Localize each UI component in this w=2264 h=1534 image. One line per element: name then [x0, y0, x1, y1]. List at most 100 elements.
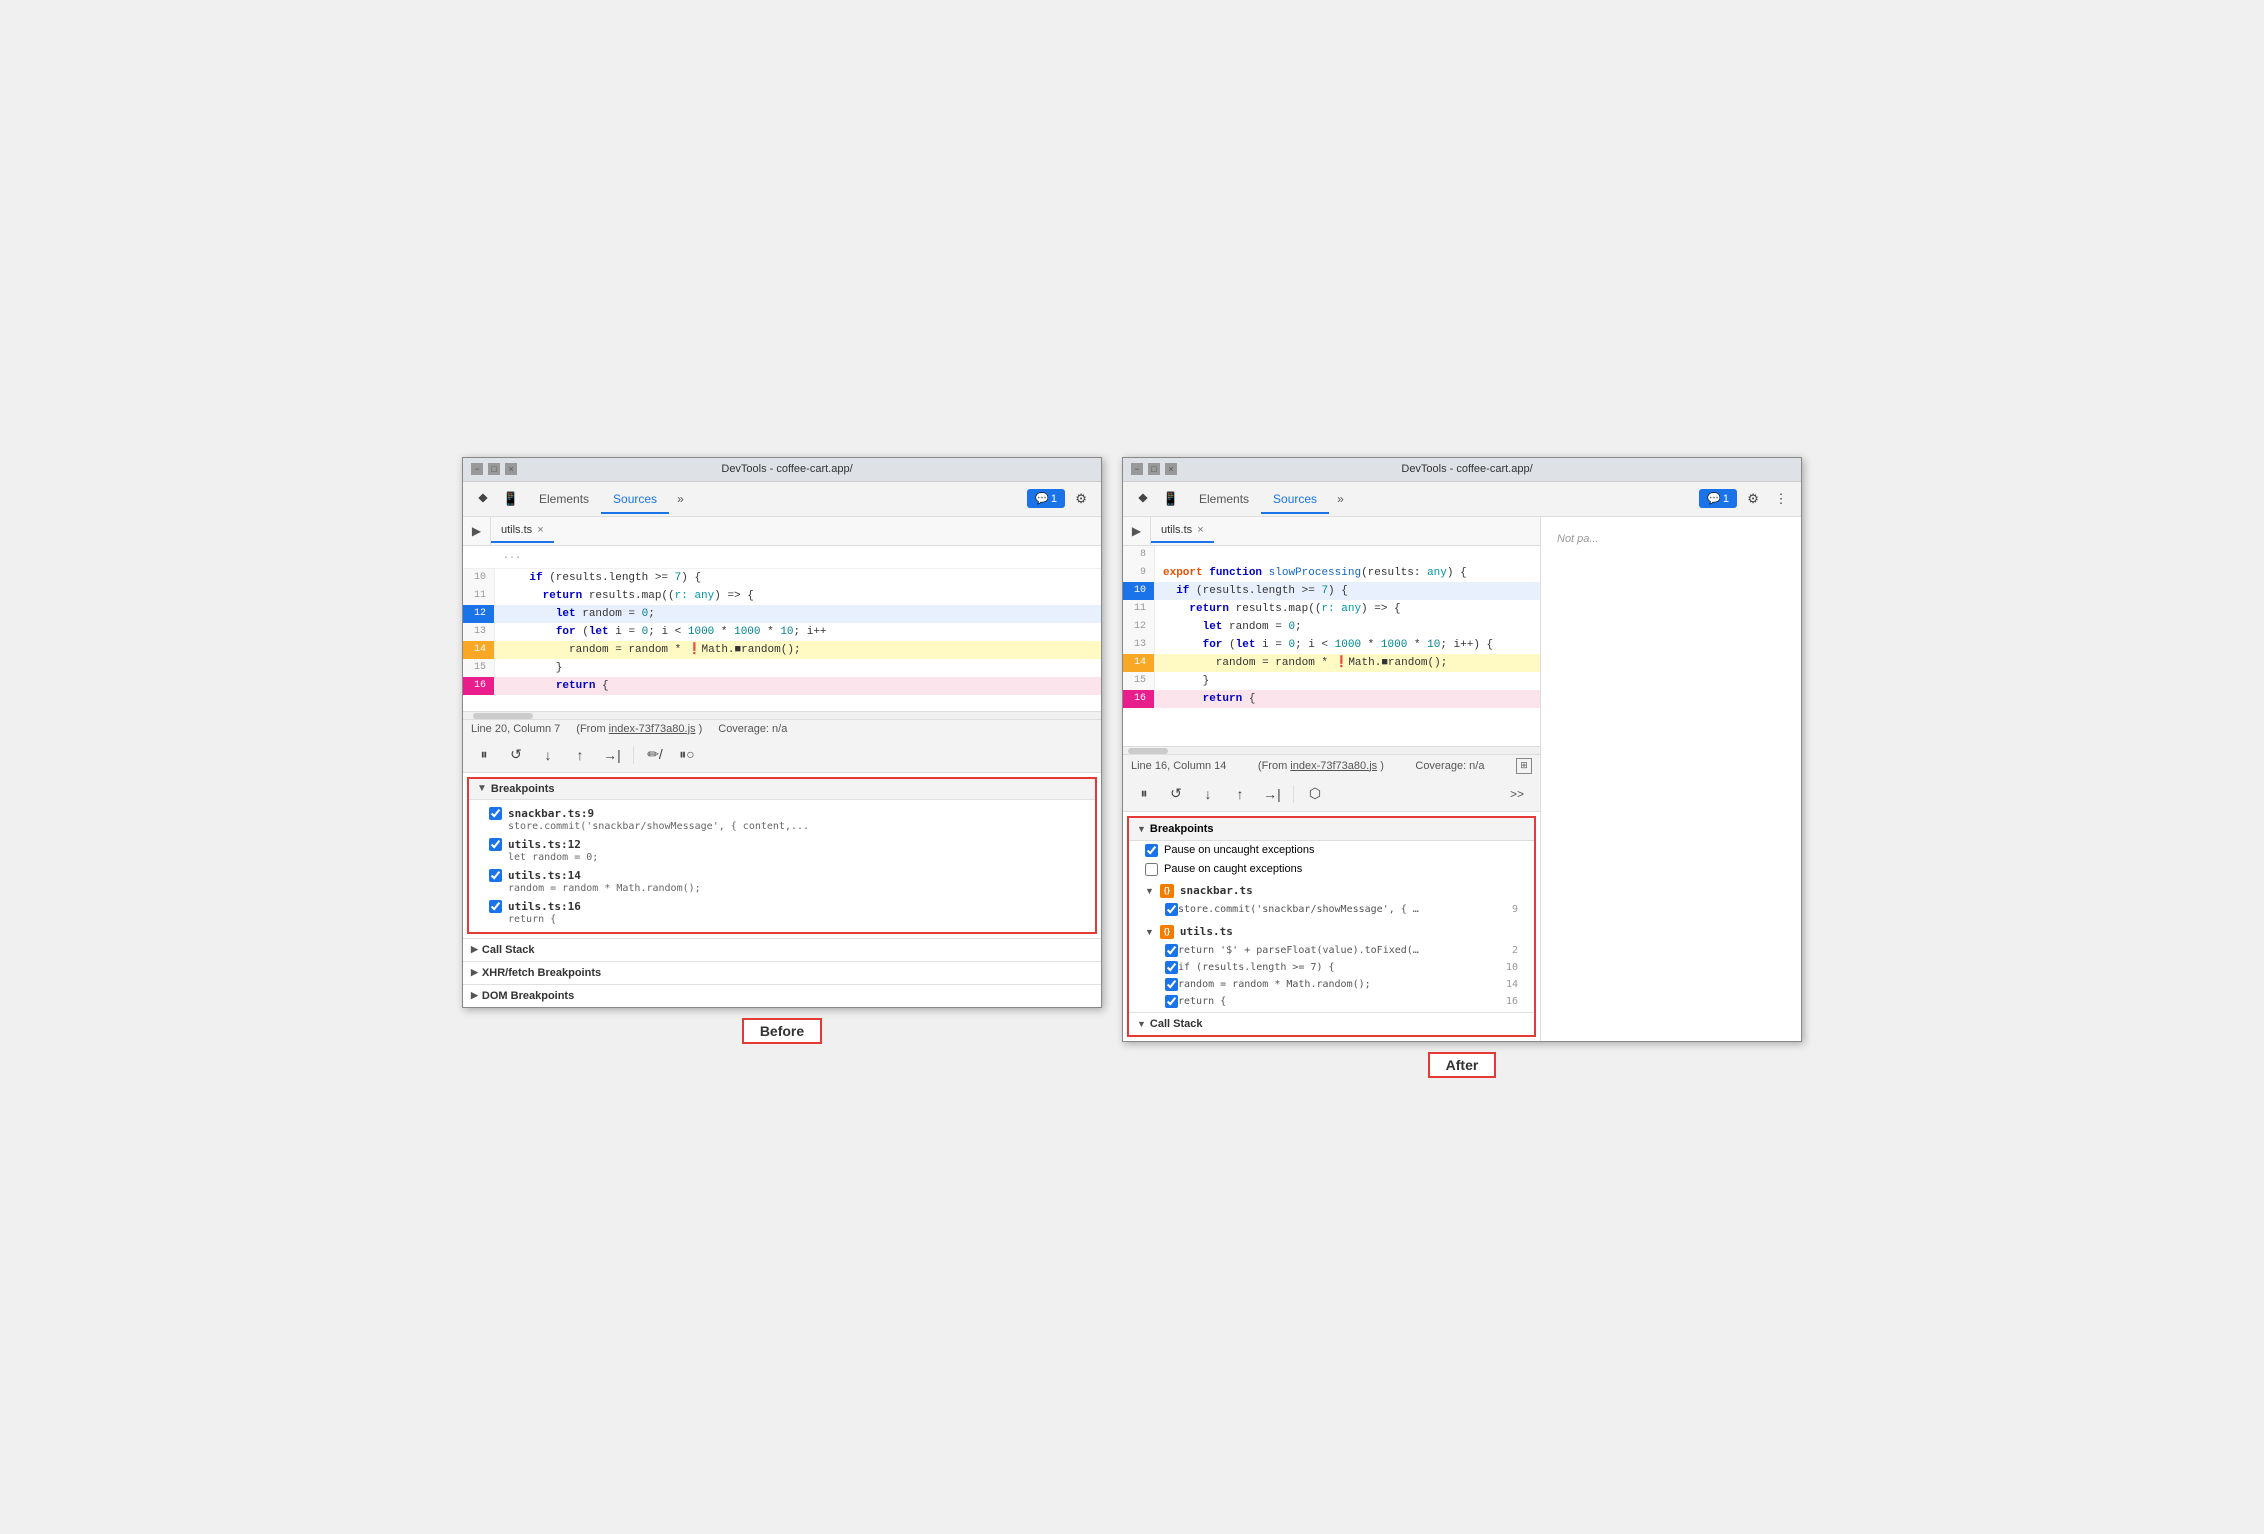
- after-not-paused: Not pa...: [1541, 517, 1801, 561]
- before-dom-section[interactable]: ▶ DOM Breakpoints: [463, 984, 1101, 1007]
- before-bp-checkbox-3[interactable]: [489, 900, 502, 913]
- after-utils-file-header[interactable]: ▼ {} utils.ts: [1129, 922, 1534, 942]
- before-pause-btn[interactable]: ⏸: [471, 742, 497, 768]
- after-window-controls: − □ ×: [1131, 463, 1177, 475]
- after-utils-bp-2-line: 14: [1506, 979, 1518, 990]
- after-minimize-btn[interactable]: −: [1131, 463, 1143, 475]
- after-code-line-11: 11 return results.map((r: any) => {: [1123, 600, 1540, 618]
- before-bp-checkbox-0[interactable]: [489, 807, 502, 820]
- after-panel-toggle[interactable]: ▶: [1123, 517, 1151, 545]
- before-step-into-btn[interactable]: ↓: [535, 742, 561, 768]
- after-file-tab-close[interactable]: ×: [1197, 524, 1203, 536]
- after-utils-bp-1-line: 10: [1506, 962, 1518, 973]
- before-bp-code-1: let random = 0;: [489, 851, 1087, 863]
- before-panel-toggle[interactable]: ▶: [463, 517, 491, 545]
- after-tab-more[interactable]: »: [1329, 486, 1352, 512]
- before-breakpoints-section: ▼ Breakpoints snackbar.ts:9 store.commit…: [467, 777, 1097, 934]
- after-close-btn[interactable]: ×: [1165, 463, 1177, 475]
- before-cursor-icon[interactable]: ⯁: [471, 487, 495, 511]
- after-utils-bp-2-checkbox[interactable]: [1165, 978, 1178, 991]
- after-snackbar-bp-0-checkbox[interactable]: [1165, 903, 1178, 916]
- before-file-tab-close[interactable]: ×: [537, 524, 543, 536]
- before-call-stack-section[interactable]: ▶ Call Stack: [463, 938, 1101, 961]
- after-step-over-btn[interactable]: ↺: [1163, 781, 1189, 807]
- after-utils-bp-3-checkbox[interactable]: [1165, 995, 1178, 1008]
- after-utils-bp-1-code: if (results.length >= 7) {: [1178, 962, 1498, 973]
- before-step-out-btn[interactable]: ↑: [567, 742, 593, 768]
- after-pause-uncaught-checkbox[interactable]: [1145, 844, 1158, 857]
- before-mobile-icon[interactable]: 📱: [499, 487, 523, 511]
- before-status-bar: Line 20, Column 7 (From index-73f73a80.j…: [463, 719, 1101, 738]
- before-scroll-bar[interactable]: [463, 711, 1101, 719]
- before-bp-item-1-header: utils.ts:12: [489, 838, 1087, 851]
- after-tab-sources[interactable]: Sources: [1261, 486, 1329, 514]
- after-breakpoints-header[interactable]: ▼ Breakpoints: [1129, 818, 1534, 841]
- before-code-area: ... 10 if (results.length >= 7) { 11 ret…: [463, 546, 1101, 711]
- before-coverage: Coverage: n/a: [718, 723, 787, 735]
- after-code-panel: ▶ utils.ts × 8 9: [1123, 517, 1541, 1041]
- after-maximize-btn[interactable]: □: [1148, 463, 1160, 475]
- after-pause-btn[interactable]: ⏸: [1131, 781, 1157, 807]
- after-step-btn[interactable]: →|: [1259, 781, 1285, 807]
- before-maximize-btn[interactable]: □: [488, 463, 500, 475]
- before-xhr-section[interactable]: ▶ XHR/fetch Breakpoints: [463, 961, 1101, 984]
- before-minimize-btn[interactable]: −: [471, 463, 483, 475]
- after-code-line-13: 13 for (let i = 0; i < 1000 * 1000 * 10;…: [1123, 636, 1540, 654]
- before-file-tab-name: utils.ts: [501, 524, 532, 536]
- after-three-dots-icon[interactable]: ⋮: [1769, 487, 1793, 511]
- after-code-line-12: 12 let random = 0;: [1123, 618, 1540, 636]
- before-bp-item-1: utils.ts:12 let random = 0;: [469, 835, 1095, 866]
- before-file-tab-utils[interactable]: utils.ts ×: [491, 519, 554, 543]
- after-step-into-btn[interactable]: ↓: [1195, 781, 1221, 807]
- before-close-btn[interactable]: ×: [505, 463, 517, 475]
- after-pause-uncaught-item: Pause on uncaught exceptions: [1129, 841, 1534, 860]
- after-utils-bp-1-checkbox[interactable]: [1165, 961, 1178, 974]
- before-settings-icon[interactable]: ⚙: [1069, 487, 1093, 511]
- after-breakpoints-arrow: ▼: [1137, 824, 1146, 834]
- after-call-stack-label: Call Stack: [1150, 1018, 1203, 1030]
- before-deactivate-btn[interactable]: ✏/: [642, 742, 668, 768]
- after-call-stack-section[interactable]: ▼ Call Stack: [1129, 1012, 1534, 1035]
- before-tab-elements[interactable]: Elements: [527, 486, 601, 514]
- after-utils-bp-0-checkbox[interactable]: [1165, 944, 1178, 957]
- after-pause-caught-label: Pause on caught exceptions: [1164, 863, 1302, 875]
- after-settings-icon[interactable]: ⚙: [1741, 487, 1765, 511]
- after-cursor-icon[interactable]: ⯁: [1131, 487, 1155, 511]
- before-source-link[interactable]: index-73f73a80.js: [609, 723, 696, 735]
- after-coverage-icon[interactable]: ⊞: [1516, 758, 1532, 774]
- before-step-btn[interactable]: →|: [599, 742, 625, 768]
- after-tab-bar: Elements Sources »: [1187, 486, 1439, 512]
- before-bp-checkbox-2[interactable]: [489, 869, 502, 882]
- after-tab-elements[interactable]: Elements: [1187, 486, 1261, 514]
- after-snackbar-file-header[interactable]: ▼ {} snackbar.ts: [1129, 881, 1534, 901]
- after-utils-bp-0: return '$' + parseFloat(value).toFixed(……: [1129, 942, 1534, 959]
- before-bp-checkbox-1[interactable]: [489, 838, 502, 851]
- after-utils-bp-3-code: return {: [1178, 996, 1498, 1007]
- after-snackbar-filename: snackbar.ts: [1180, 884, 1253, 897]
- after-right-sidebar: Not pa...: [1541, 517, 1801, 1041]
- after-step-out-btn[interactable]: ↑: [1227, 781, 1253, 807]
- before-window-title: DevTools - coffee-cart.app/: [517, 463, 1057, 475]
- before-main-toolbar: ⯁ 📱 Elements Sources » 💬 1 ⚙: [463, 482, 1101, 517]
- after-scroll-bar[interactable]: [1123, 746, 1540, 754]
- after-notification-btn[interactable]: 💬 1: [1699, 489, 1737, 508]
- after-code-line-9: 9 export function slowProcessing(results…: [1123, 564, 1540, 582]
- before-xhr-arrow: ▶: [471, 967, 478, 978]
- before-notification-btn[interactable]: 💬 1: [1027, 489, 1065, 508]
- before-tab-more[interactable]: »: [669, 486, 692, 512]
- before-code-line-10: 10 if (results.length >= 7) {: [463, 569, 1101, 587]
- after-debug-more[interactable]: >>: [1502, 781, 1532, 807]
- after-source-link[interactable]: index-73f73a80.js: [1290, 760, 1377, 772]
- after-pause-caught-checkbox[interactable]: [1145, 863, 1158, 876]
- after-mobile-icon[interactable]: 📱: [1159, 487, 1183, 511]
- before-tab-sources[interactable]: Sources: [601, 486, 669, 514]
- after-file-tab-utils[interactable]: utils.ts ×: [1151, 519, 1214, 543]
- before-step-over-btn[interactable]: ↺: [503, 742, 529, 768]
- before-breakpoints-title: Breakpoints: [491, 783, 555, 795]
- after-utils-bp-2: random = random * Math.random(); 14: [1129, 976, 1534, 993]
- before-breakpoints-header[interactable]: ▼ Breakpoints: [469, 779, 1095, 800]
- after-snackbar-icon: {}: [1160, 884, 1174, 898]
- after-debug-sep: [1293, 785, 1294, 803]
- before-async-btn[interactable]: ⏸○: [674, 742, 700, 768]
- after-deactivate-btn[interactable]: ⬡: [1302, 781, 1328, 807]
